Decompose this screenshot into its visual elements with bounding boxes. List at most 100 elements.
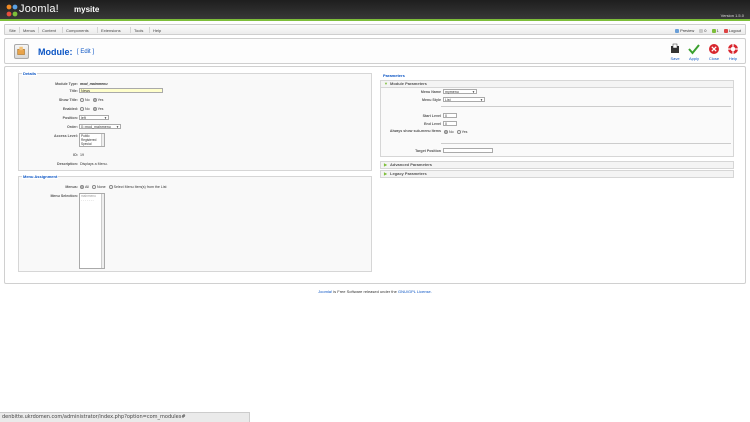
save-icon <box>671 43 679 53</box>
expanded-arrow-icon: ▼ <box>384 81 388 86</box>
menu-extensions[interactable]: Extensions <box>101 28 121 33</box>
param-separator <box>441 106 731 107</box>
menus-none-label: None <box>97 185 106 189</box>
always-show-no-label: No <box>449 130 454 134</box>
logout-link[interactable]: Logout <box>723 28 741 33</box>
show-title-yes-label: Yes <box>97 98 104 102</box>
access-level-list[interactable]: Public Registered Special <box>79 133 105 147</box>
order-select[interactable]: 0::mod_mainmenu <box>79 124 121 129</box>
apply-label: Apply <box>688 56 699 61</box>
menus-select-radio[interactable] <box>108 185 113 190</box>
close-label: Close <box>708 56 720 61</box>
menu-components[interactable]: Components <box>66 28 89 33</box>
close-button[interactable]: Close <box>706 43 722 61</box>
license-link[interactable]: GNU/GPL License. <box>398 289 432 294</box>
always-show-yes-label: Yes <box>461 130 468 134</box>
advanced-parameters-toggle[interactable]: ▶ Advanced Parameters <box>380 161 734 169</box>
details-legend: Details <box>22 71 38 76</box>
start-level-label: Start Level <box>422 114 441 118</box>
menu-content[interactable]: Content <box>42 28 56 33</box>
menu-selection-list[interactable]: mainmenu - - - - - - - <box>79 193 105 269</box>
menus-none-radio[interactable] <box>92 185 96 190</box>
menu-selection-scrollbar[interactable] <box>101 194 104 268</box>
id-label: ID: <box>73 153 78 157</box>
save-label: Save <box>670 56 680 61</box>
menu-menus[interactable]: Menus <box>23 28 35 33</box>
legacy-parameters-toggle[interactable]: ▶ Legacy Parameters <box>380 170 734 178</box>
menu-name-label: Menu Name <box>420 90 441 94</box>
position-select[interactable]: left <box>79 115 109 120</box>
menu-separator <box>19 27 20 33</box>
menu-name-select[interactable]: mymenu <box>443 89 477 94</box>
menu-tools[interactable]: Tools <box>134 28 143 33</box>
show-title-no-radio[interactable] <box>80 98 84 103</box>
always-show-no-radio[interactable] <box>444 130 448 135</box>
show-title-yes-radio[interactable] <box>92 98 97 103</box>
save-button[interactable]: Save <box>667 43 683 61</box>
header-accent-line <box>0 19 750 21</box>
legacy-parameters-title: Legacy Parameters <box>390 171 427 176</box>
joomla-logo-text: Joomla! <box>19 3 59 15</box>
advanced-parameters-title: Advanced Parameters <box>390 162 433 167</box>
start-level-input[interactable]: 0 <box>443 113 457 118</box>
messages-icon <box>699 28 704 33</box>
always-show-yes-radio[interactable] <box>456 130 461 135</box>
preview-icon <box>675 28 680 33</box>
end-level-label: End Level <box>424 122 441 126</box>
menu-separator <box>38 27 39 33</box>
description-label: Description: <box>57 162 78 166</box>
module-type-label: Module Type: <box>55 82 78 86</box>
parameters-fieldset: Parameters ▼ Module Parameters Menu Name… <box>379 73 741 179</box>
enabled-yes-label: Yes <box>97 107 104 111</box>
joomla-logo-icon <box>6 4 18 17</box>
parameters-legend: Parameters <box>382 73 406 78</box>
main-menubar: Site Menus Content Components Extensions… <box>4 24 746 35</box>
module-icon <box>14 44 29 59</box>
logout-icon <box>723 28 728 33</box>
enabled-yes-radio[interactable] <box>92 107 97 112</box>
page-subtitle: [ Edit ] <box>77 49 95 55</box>
site-name: mysite <box>74 5 100 14</box>
browser-status-url: denbitte.ukrdomen.com/administrator/inde… <box>0 412 250 422</box>
end-level-input[interactable]: 0 <box>443 121 457 126</box>
module-type-value: mod_mainmenu <box>80 82 108 86</box>
menu-site[interactable]: Site <box>9 28 16 33</box>
target-position-label: Target Position <box>415 149 441 153</box>
footer-text: is Free Software released under the <box>332 289 398 294</box>
preview-link[interactable]: Preview <box>675 28 694 33</box>
menus-select-label: Select Menu Item(s) from the List <box>113 185 167 189</box>
details-fieldset: Details Module Type: mod_mainmenu Title:… <box>18 71 372 171</box>
apply-button[interactable]: Apply <box>686 43 702 61</box>
help-button[interactable]: Help <box>725 43 741 61</box>
users-icon <box>711 28 716 33</box>
title-input[interactable]: News <box>79 88 163 93</box>
status-area: Preview 0 1 Logout <box>675 28 741 33</box>
access-level-label: Access Level: <box>54 134 78 138</box>
menu-style-select[interactable]: List <box>443 97 485 102</box>
users-count: 1 <box>716 28 719 33</box>
menus-all-label: All <box>85 185 89 189</box>
show-title-options: No Yes <box>80 98 104 103</box>
users-link[interactable]: 1 <box>711 28 719 33</box>
menu-separator <box>130 27 131 33</box>
access-list-scrollbar[interactable] <box>101 134 104 146</box>
menu-help[interactable]: Help <box>153 28 161 33</box>
id-value: 19 <box>80 153 84 157</box>
title-label: Title: <box>69 89 78 93</box>
module-parameters-toggle[interactable]: ▼ Module Parameters <box>380 80 734 88</box>
menus-options: All None Select Menu Item(s) from the Li… <box>80 185 167 190</box>
module-parameters-title: Module Parameters <box>390 81 427 86</box>
preview-label: Preview <box>680 28 695 33</box>
messages-link[interactable]: 0 <box>699 28 707 33</box>
position-label: Position: <box>62 116 78 120</box>
enabled-no-radio[interactable] <box>80 107 84 112</box>
toolbar: Module: [ Edit ] Save Apply Close Help <box>4 38 746 64</box>
menu-style-label: Menu Style <box>422 98 441 102</box>
menu-separator <box>62 27 63 33</box>
target-position-input[interactable] <box>443 148 493 153</box>
menus-all-radio[interactable] <box>80 185 84 190</box>
description-value: Displays a Menu. <box>80 162 108 166</box>
edit-panel: Details Module Type: mod_mainmenu Title:… <box>4 66 746 284</box>
joomla-link[interactable]: Joomla! <box>318 289 332 294</box>
enabled-no-label: No <box>85 107 90 111</box>
